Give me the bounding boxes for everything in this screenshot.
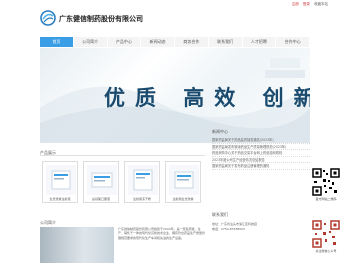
register-link[interactable]: 注册 xyxy=(292,2,299,6)
hero-banner[interactable]: 优质 高效 创新 共荣 xyxy=(40,48,310,143)
intro-section-title: 公司简介 xyxy=(40,220,56,225)
product-image xyxy=(169,165,199,195)
banner-slogan: 优质 高效 创新 共荣 xyxy=(104,85,310,110)
qr-code-website xyxy=(312,168,340,196)
nav-partners[interactable]: 合作中心 xyxy=(276,37,310,47)
contact-info: 地址：广东省汕头市濠江区科技园 电话：0754-87588000 xyxy=(212,222,310,231)
news-list: 国家药监局关于药品监督抽查通告(2023年) 国家药监局发布新版药品生产质量管理… xyxy=(212,137,310,170)
news-item[interactable]: 国家药监局关于发布药品注册管理的通知 xyxy=(212,163,310,170)
nav-home[interactable]: 首页 xyxy=(40,37,74,47)
product-name: 注射用冻干粉 xyxy=(132,197,151,201)
company-name: 广东健信制药股份有限公司 xyxy=(59,15,143,23)
company-building-image xyxy=(40,227,114,263)
login-link[interactable]: 登录 xyxy=(303,2,310,6)
intro-text: 广东健信制药股份有限公司始建于2004年，是一家集研发、生产、销售于一体的现代化… xyxy=(118,227,206,240)
contact-section-title: 联系我们 xyxy=(212,212,228,217)
nav-jobs[interactable]: 人才招聘 xyxy=(243,37,277,47)
nav-contact[interactable]: 联系我们 xyxy=(209,37,243,47)
top-links: 注册 登录 收藏本站 xyxy=(289,2,328,7)
product-card[interactable]: 生长激素注射液 xyxy=(42,161,78,203)
product-name: 生长激素注射液 xyxy=(49,197,71,201)
bookmark-link[interactable]: 收藏本站 xyxy=(314,2,328,6)
product-image xyxy=(128,165,158,195)
nav-business[interactable]: 商务合作 xyxy=(175,37,209,47)
products-divider xyxy=(40,155,205,156)
nav-about[interactable]: 公司简介 xyxy=(74,37,108,47)
qr-caption-wechat: 关注微信公众号 xyxy=(315,249,337,253)
contact-phone: 电话：0754-87588000 xyxy=(212,226,245,231)
company-logo-icon[interactable] xyxy=(40,10,56,26)
product-card[interactable]: 注射用生长激素 xyxy=(165,161,201,203)
product-card[interactable]: 氨基酸口服液 xyxy=(83,161,119,203)
qr-caption-website: 官方网站二维码 xyxy=(315,197,337,201)
product-image xyxy=(87,165,117,195)
product-name: 氨基酸口服液 xyxy=(91,197,110,201)
product-image xyxy=(46,165,76,195)
site-header: 广东健信制药股份有限公司 注册 登录 收藏本站 xyxy=(0,0,350,34)
product-name: 注射用生长激素 xyxy=(172,197,194,201)
nav-news[interactable]: 新闻动态 xyxy=(141,37,175,47)
nav-products[interactable]: 产品中心 xyxy=(108,37,142,47)
main-nav: 首页 公司简介 产品中心 新闻动态 商务合作 联系我们 人才招聘 合作中心 xyxy=(40,37,310,47)
product-card[interactable]: 注射用冻干粉 xyxy=(124,161,160,203)
qr-code-wechat xyxy=(312,220,340,248)
news-section-title: 新闻中心 xyxy=(212,129,228,134)
